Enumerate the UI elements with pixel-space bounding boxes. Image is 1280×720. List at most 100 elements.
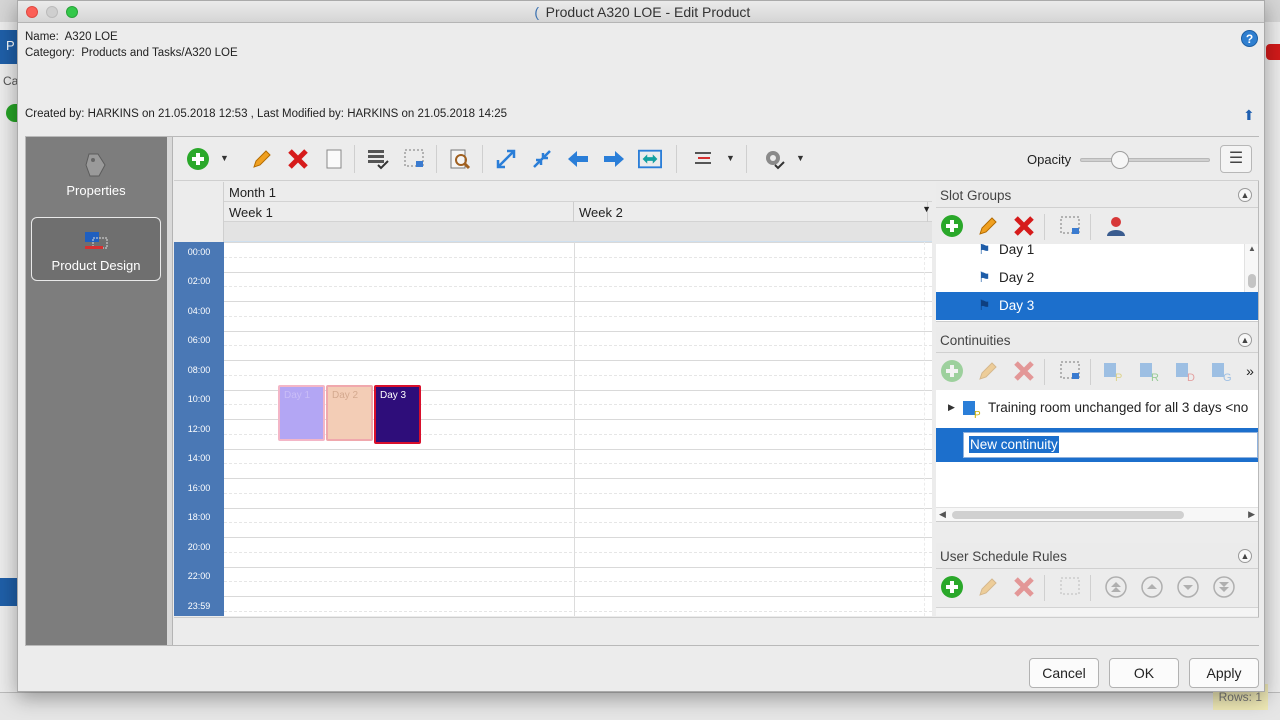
- edit-pencil-icon[interactable]: [976, 214, 1000, 238]
- edit-product-window: ( Product A320 LOE - Edit Product Name: …: [17, 0, 1265, 692]
- add-icon[interactable]: [186, 147, 210, 171]
- slot-day-1[interactable]: Day 1: [278, 385, 325, 441]
- week-header: Week 1: [224, 202, 574, 222]
- slot-group-item[interactable]: ⚑ Day 3: [936, 292, 1258, 320]
- select-area-icon[interactable]: [1058, 575, 1082, 599]
- edit-pencil-icon[interactable]: [976, 359, 1000, 383]
- list-check-icon[interactable]: [366, 147, 390, 171]
- slot-day-2[interactable]: Day 2: [326, 385, 373, 441]
- nav-item-properties[interactable]: Properties: [31, 143, 161, 207]
- select-area-icon[interactable]: [402, 147, 426, 171]
- arrow-right-icon[interactable]: [602, 147, 626, 171]
- user-schedule-rules-table-header: [936, 607, 1258, 616]
- user-schedule-rules-toolbar: [936, 569, 1258, 605]
- user-icon[interactable]: [1104, 214, 1128, 238]
- delete-icon[interactable]: [286, 147, 310, 171]
- user-schedule-rules-header[interactable]: User Schedule Rules ▲: [936, 543, 1258, 569]
- delete-icon[interactable]: [1012, 575, 1036, 599]
- preview-icon[interactable]: [448, 147, 472, 171]
- collapse-icon[interactable]: ▲: [1238, 333, 1252, 347]
- edit-pencil-icon[interactable]: [250, 147, 274, 171]
- delete-icon[interactable]: [1012, 359, 1036, 383]
- chevron-down-icon[interactable]: ▼: [922, 204, 931, 214]
- apply-button[interactable]: Apply: [1189, 658, 1259, 688]
- continuity-r-icon[interactable]: R: [1138, 359, 1162, 383]
- chevron-left-icon[interactable]: ◀: [939, 509, 946, 520]
- collapse-icon[interactable]: ▲: [1238, 188, 1252, 202]
- title-bar: ( Product A320 LOE - Edit Product: [18, 1, 1264, 23]
- slot-group-item[interactable]: ⚑ Day 2: [936, 264, 1244, 292]
- edit-pencil-icon[interactable]: [976, 575, 1000, 599]
- chevron-down-icon[interactable]: ▼: [796, 153, 805, 163]
- continuity-name-input[interactable]: New continuity: [963, 432, 1258, 458]
- close-window-button[interactable]: [26, 6, 38, 18]
- nav-item-product-design[interactable]: Product Design: [31, 217, 161, 281]
- add-icon[interactable]: [940, 214, 964, 238]
- hour-label: 20:00: [187, 542, 211, 552]
- fit-width-icon[interactable]: [638, 147, 662, 171]
- svg-text:G: G: [1223, 372, 1232, 383]
- chevron-up-icon[interactable]: ▲: [1248, 244, 1256, 253]
- expand-arrow-icon[interactable]: ▶: [948, 402, 955, 413]
- app-icon: (: [534, 4, 540, 20]
- move-up-icon[interactable]: [1140, 575, 1164, 599]
- opacity-slider-thumb[interactable]: [1111, 151, 1129, 169]
- hour-label: 23:59: [187, 601, 211, 611]
- menu-button[interactable]: ☰: [1220, 145, 1252, 173]
- ok-button[interactable]: OK: [1109, 658, 1179, 688]
- hamburger-icon: ☰: [1228, 150, 1244, 167]
- arrow-up-icon[interactable]: ⬆: [1243, 108, 1257, 122]
- continuity-g-icon[interactable]: G: [1210, 359, 1234, 383]
- minimize-window-button[interactable]: [46, 6, 58, 18]
- arrow-left-icon[interactable]: [566, 147, 590, 171]
- category-line: Category: Products and Tasks/A320 LOE: [25, 47, 238, 59]
- chevron-down-icon[interactable]: ▼: [220, 153, 229, 163]
- opacity-slider-track[interactable]: [1080, 158, 1210, 162]
- name-line: Name: A320 LOE: [25, 31, 118, 43]
- select-area-icon[interactable]: [1058, 359, 1082, 383]
- continuities-header[interactable]: Continuities ▲: [936, 327, 1258, 353]
- move-bottom-icon[interactable]: [1212, 575, 1236, 599]
- slot-groups-header[interactable]: Slot Groups ▲: [936, 182, 1258, 208]
- more-chevron-icon[interactable]: »: [1238, 359, 1262, 383]
- continuity-edit-row: New continuity: [936, 428, 1258, 462]
- user-schedule-rules-title: User Schedule Rules: [940, 549, 1067, 564]
- weeks-header: Week 1 Week 2 ▼: [224, 202, 932, 222]
- select-area-icon[interactable]: [1058, 214, 1082, 238]
- slot-groups-scrollbar[interactable]: ▲: [1244, 244, 1258, 292]
- continuity-p-icon[interactable]: P: [1102, 359, 1126, 383]
- continuity-d-icon[interactable]: D: [1174, 359, 1198, 383]
- add-icon[interactable]: [940, 575, 964, 599]
- copy-icon[interactable]: [322, 147, 346, 171]
- maximize-window-button[interactable]: [66, 6, 78, 18]
- settings-gear-icon[interactable]: [762, 147, 786, 171]
- flag-icon: ⚑: [978, 297, 991, 313]
- hour-label: 02:00: [187, 276, 211, 286]
- move-down-icon[interactable]: [1176, 575, 1200, 599]
- nav-splitter[interactable]: [167, 137, 173, 645]
- continuities-hscrollbar[interactable]: ◀ ▶: [936, 507, 1258, 521]
- chevron-right-icon[interactable]: ▶: [1248, 509, 1255, 520]
- calendar-grid[interactable]: Day 1 Day 2 Day 3: [224, 242, 932, 616]
- collapse-icon[interactable]: ▲: [1238, 549, 1252, 563]
- move-top-icon[interactable]: [1104, 575, 1128, 599]
- add-icon[interactable]: [940, 359, 964, 383]
- category-label: Category:: [25, 47, 75, 59]
- expand-icon[interactable]: [494, 147, 518, 171]
- month-header: Month 1: [224, 182, 932, 202]
- align-icon[interactable]: [692, 147, 716, 171]
- slot-group-item[interactable]: ⚑ Day 1: [936, 244, 1244, 264]
- collapse-icon[interactable]: [530, 147, 554, 171]
- design-toolbar: ▼ ▼ ▼ Opacity ☰: [174, 137, 1259, 181]
- background-left-selection: [0, 578, 18, 606]
- slot-day-3[interactable]: Day 3: [374, 385, 421, 444]
- cancel-button[interactable]: Cancel: [1029, 658, 1099, 688]
- calendar-footer: [174, 617, 1259, 645]
- tag-icon: [85, 153, 106, 177]
- hour-label: 12:00: [187, 424, 211, 434]
- delete-icon[interactable]: [1012, 214, 1036, 238]
- chevron-down-icon[interactable]: ▼: [726, 153, 735, 163]
- help-icon[interactable]: ?: [1241, 30, 1258, 47]
- continuity-tree-item[interactable]: ▶ P Training room unchanged for all 3 da…: [936, 394, 1258, 422]
- background-left-strip: [0, 22, 18, 720]
